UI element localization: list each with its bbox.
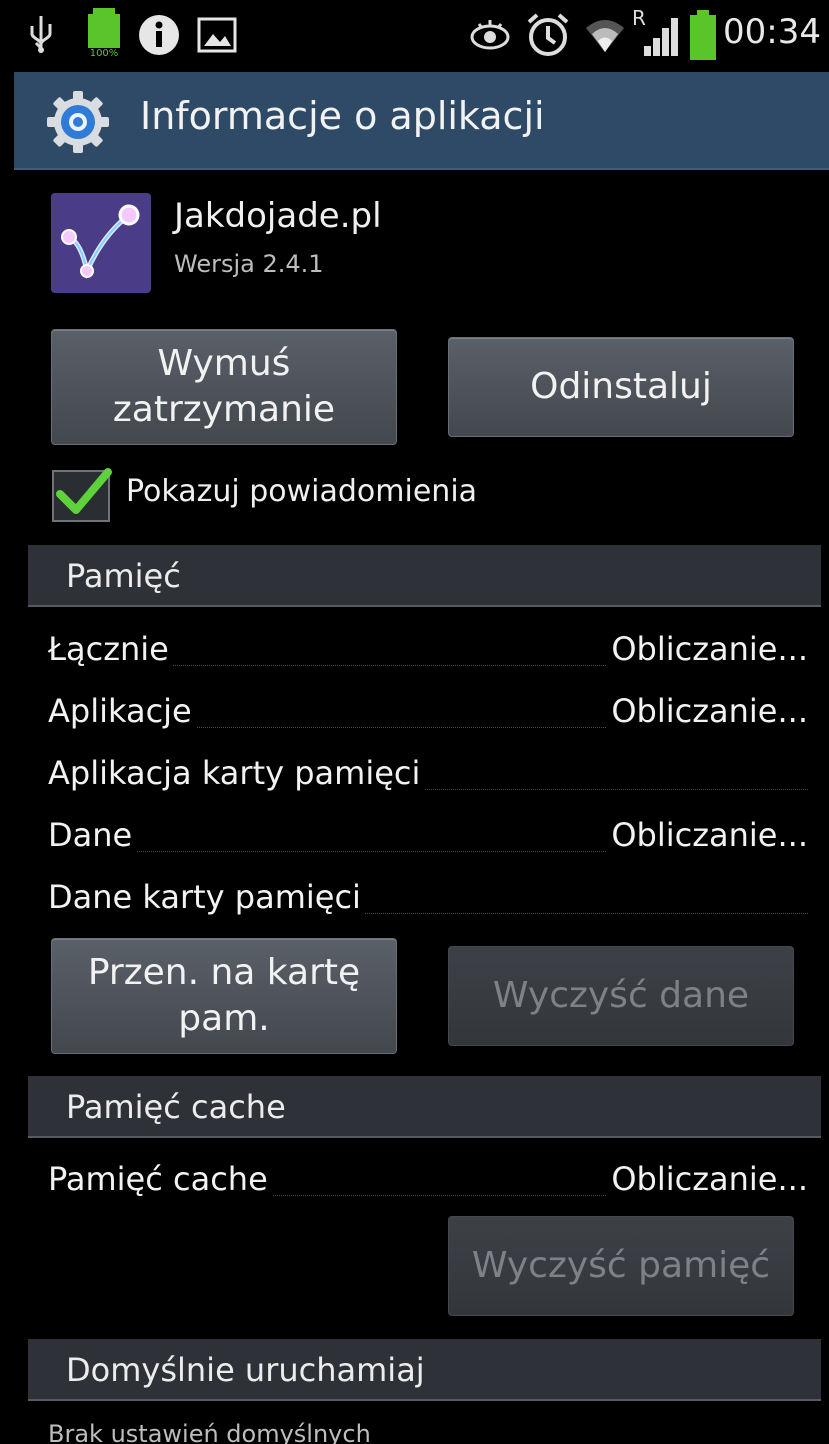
app-route-icon: [51, 193, 151, 293]
no-defaults-text: Brak ustawień domyślnych: [48, 1420, 371, 1444]
app-info-screen: 100% R 00:34 Informacje o aplikacji Jakd…: [14, 0, 829, 1444]
page-title: Informacje o aplikacji: [140, 94, 545, 138]
force-stop-label-line1: Wymuś: [157, 343, 291, 384]
section-title: Domyślnie uruchamiaj: [66, 1351, 425, 1389]
battery-percent-label: 100%: [89, 48, 119, 59]
section-header-storage: Pamięć: [28, 545, 821, 607]
wifi-icon: [586, 20, 624, 52]
storage-row-sd-app: Aplikacja karty pamięci: [48, 754, 808, 804]
cache-row: Pamięć cache Obliczanie...: [48, 1160, 808, 1210]
section-header-launch-default: Domyślnie uruchamiaj: [28, 1339, 821, 1401]
storage-row-app: Aplikacje Obliczanie...: [48, 692, 808, 742]
action-bar: Informacje o aplikacji: [14, 72, 829, 170]
row-value: Obliczanie...: [607, 692, 808, 730]
uninstall-label: Odinstaluj: [530, 366, 712, 407]
uninstall-button[interactable]: Odinstaluj: [448, 337, 794, 437]
smart-stay-eye-icon: [470, 20, 510, 50]
storage-row-sd-data: Dane karty pamięci: [48, 878, 808, 928]
row-label: Łącznie: [48, 630, 173, 668]
battery-icon: 100%: [84, 8, 124, 60]
force-stop-button[interactable]: Wymuś zatrzymanie: [51, 329, 397, 445]
section-header-cache: Pamięć cache: [28, 1076, 821, 1138]
move-to-sd-label-line1: Przen. na kartę: [87, 952, 361, 993]
gallery-icon: [197, 17, 237, 53]
app-name: Jakdojade.pl: [174, 196, 382, 236]
storage-row-total: Łącznie Obliczanie...: [48, 630, 808, 680]
row-label: Aplikacja karty pamięci: [48, 754, 425, 792]
row-label: Aplikacje: [48, 692, 196, 730]
clock: 00:34: [723, 12, 821, 52]
settings-gear-icon: [47, 91, 109, 153]
show-notifications-label[interactable]: Pokazuj powiadomienia: [126, 474, 477, 509]
row-value: Obliczanie...: [607, 1160, 808, 1198]
app-version: Wersja 2.4.1: [174, 250, 324, 278]
move-to-sd-label-line2: pam.: [178, 998, 270, 1039]
info-icon: [139, 15, 179, 55]
clear-data-label: Wyczyść dane: [492, 975, 750, 1016]
clear-data-button[interactable]: Wyczyść dane: [448, 946, 794, 1046]
clear-cache-button[interactable]: Wyczyść pamięć: [448, 1216, 794, 1316]
usb-icon: [30, 16, 52, 53]
row-label: Dane karty pamięci: [48, 878, 365, 916]
section-title: Pamięć cache: [66, 1088, 286, 1126]
force-stop-label-line2: zatrzymanie: [112, 389, 336, 430]
section-title: Pamięć: [66, 557, 181, 595]
storage-row-data: Dane Obliczanie...: [48, 816, 808, 866]
battery-icon: [690, 10, 716, 60]
alarm-icon: [527, 13, 569, 56]
row-label: Dane: [48, 816, 137, 854]
signal-icon: [644, 18, 678, 56]
row-value: Obliczanie...: [607, 816, 808, 854]
checkmark-icon: [56, 468, 112, 514]
row-value: Obliczanie...: [607, 630, 808, 668]
row-label: Pamięć cache: [48, 1160, 272, 1198]
clear-cache-label: Wyczyść pamięć: [471, 1245, 771, 1286]
show-notifications-checkbox[interactable]: [52, 468, 112, 522]
move-to-sd-button[interactable]: Przen. na kartę pam.: [51, 938, 397, 1054]
status-bar: 100% R 00:34: [14, 0, 829, 72]
